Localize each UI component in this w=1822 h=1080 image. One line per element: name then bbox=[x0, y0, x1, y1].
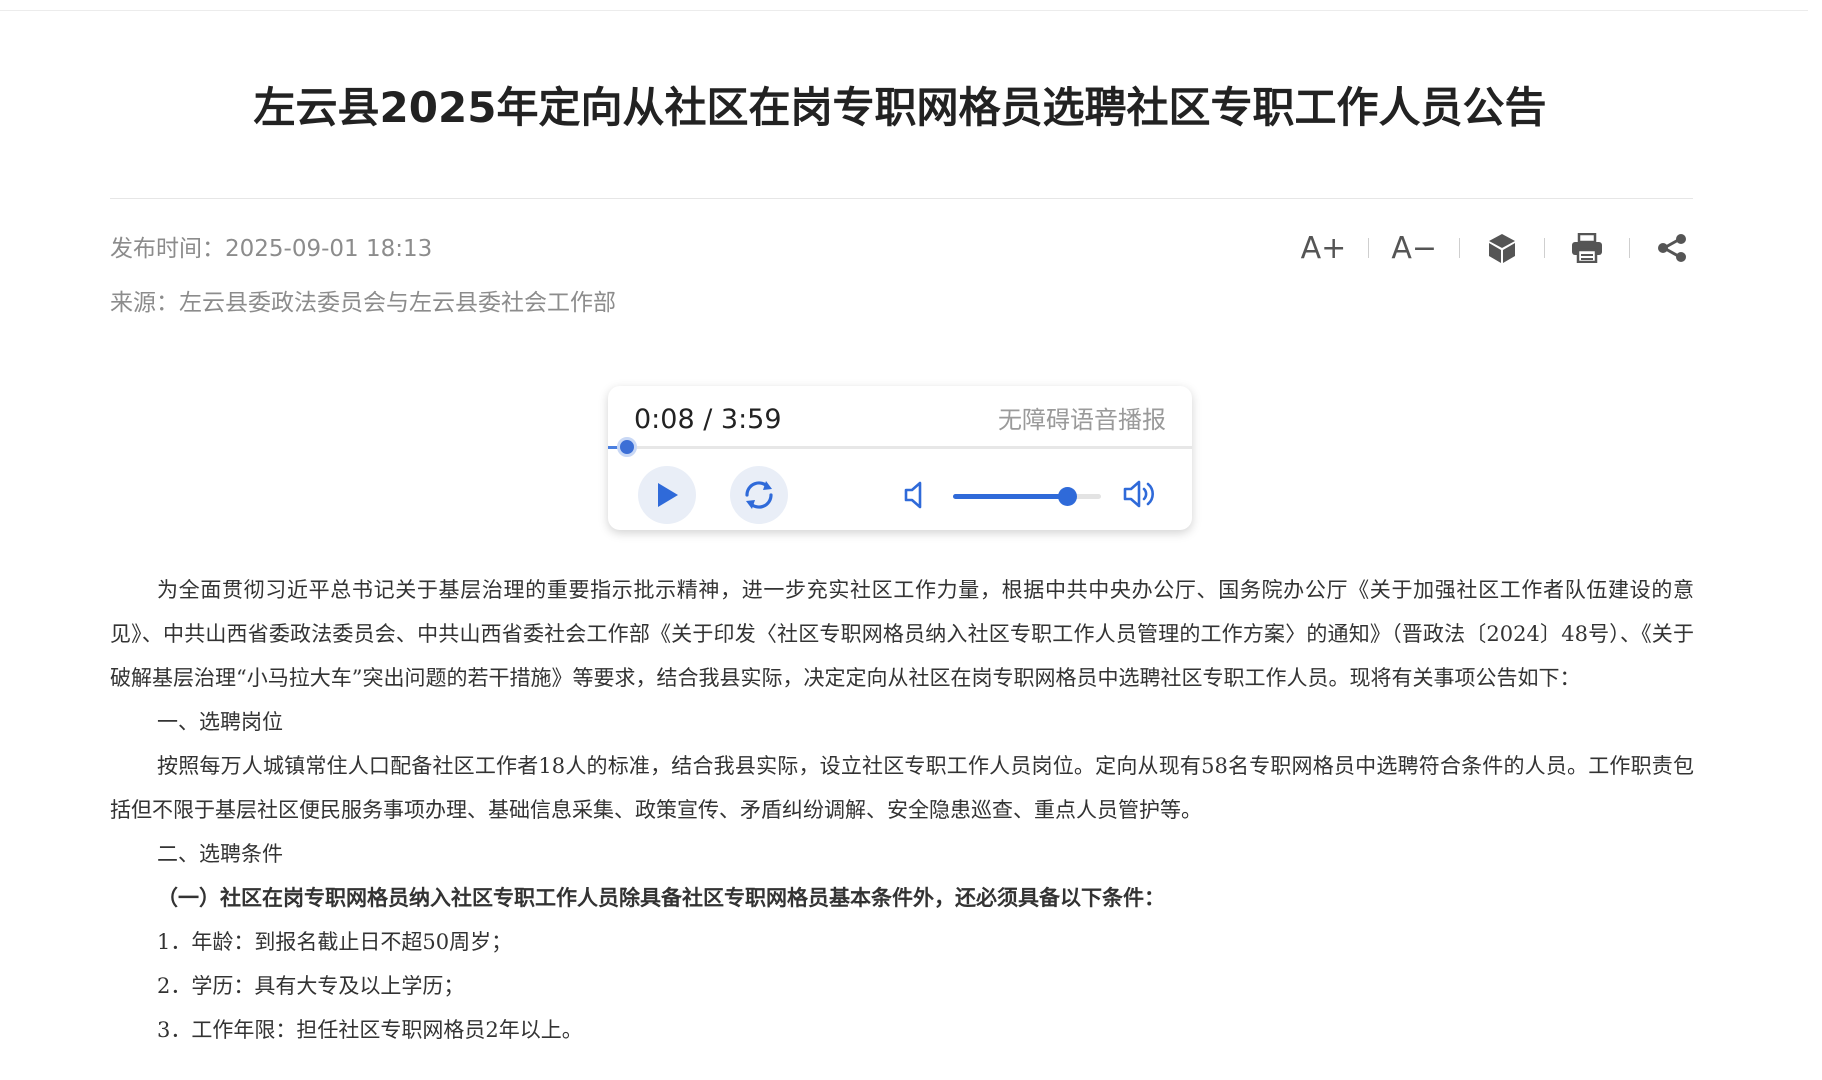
list-item: 1．年龄：到报名截止日不超50周岁； bbox=[157, 930, 513, 954]
volume-high-icon[interactable] bbox=[1122, 478, 1158, 514]
audio-player-label: 无障碍语音播报 bbox=[998, 406, 1166, 434]
list-item: 3．工作年限：担任社区专职网格员2年以上。 bbox=[157, 1018, 583, 1042]
publish-time: 发布时间：2025-09-01 18:13 bbox=[110, 236, 433, 262]
volume-slider-fill bbox=[953, 494, 1069, 499]
top-divider bbox=[0, 10, 1808, 11]
article-title: 左云县2025年定向从社区在岗专职网格员选聘社区专职工作人员公告 bbox=[253, 83, 1547, 132]
printer-icon[interactable] bbox=[1567, 228, 1607, 268]
audio-time-display: 0:08 / 3:59 bbox=[634, 404, 782, 435]
toolbar-separator bbox=[1368, 238, 1370, 258]
share-icon[interactable] bbox=[1652, 228, 1692, 268]
article-toolbar: A+ A− bbox=[1301, 228, 1692, 268]
play-icon bbox=[658, 483, 678, 507]
audio-progress-bar[interactable] bbox=[608, 437, 1192, 457]
audio-progress-handle[interactable] bbox=[617, 437, 638, 457]
play-button[interactable] bbox=[638, 466, 696, 524]
toolbar-separator bbox=[1629, 238, 1630, 258]
section-heading: 二、选聘条件 bbox=[157, 842, 283, 866]
list-item: 2．学历：具有大专及以上学历； bbox=[157, 974, 465, 998]
article-body: 为全面贯彻习近平总书记关于基层治理的重要指示批示精神，进一步充实社区工作力量，根… bbox=[110, 568, 1694, 1052]
article-source: 来源：左云县委政法委员会与左云县委社会工作部 bbox=[110, 290, 616, 316]
cube-icon[interactable] bbox=[1482, 228, 1522, 268]
paragraph-positions: 按照每万人城镇常住人口配备社区工作者18人的标准，结合我县实际，设立社区专职工作… bbox=[110, 754, 1694, 822]
volume-low-icon[interactable] bbox=[903, 480, 929, 514]
loop-icon bbox=[745, 481, 773, 509]
audio-player: 0:08 / 3:59 无障碍语音播报 bbox=[608, 386, 1192, 530]
volume-slider[interactable] bbox=[953, 487, 1101, 506]
section-heading: 一、选聘岗位 bbox=[157, 710, 283, 734]
font-decrease-button[interactable]: A− bbox=[1391, 228, 1437, 268]
toolbar-separator bbox=[1459, 238, 1460, 258]
toolbar-separator bbox=[1544, 238, 1545, 258]
subsection-heading: （一）社区在岗专职网格员纳入社区专职工作人员除具备社区专职网格员基本条件外，还必… bbox=[157, 885, 1165, 910]
loop-button[interactable] bbox=[730, 466, 788, 524]
volume-slider-handle[interactable] bbox=[1058, 487, 1078, 506]
title-divider bbox=[110, 198, 1693, 199]
page: 左云县2025年定向从社区在岗专职网格员选聘社区专职工作人员公告 发布时间：20… bbox=[0, 0, 1822, 1080]
paragraph-intro: 为全面贯彻习近平总书记关于基层治理的重要指示批示精神，进一步充实社区工作力量，根… bbox=[110, 578, 1694, 690]
font-increase-button[interactable]: A+ bbox=[1301, 228, 1347, 268]
